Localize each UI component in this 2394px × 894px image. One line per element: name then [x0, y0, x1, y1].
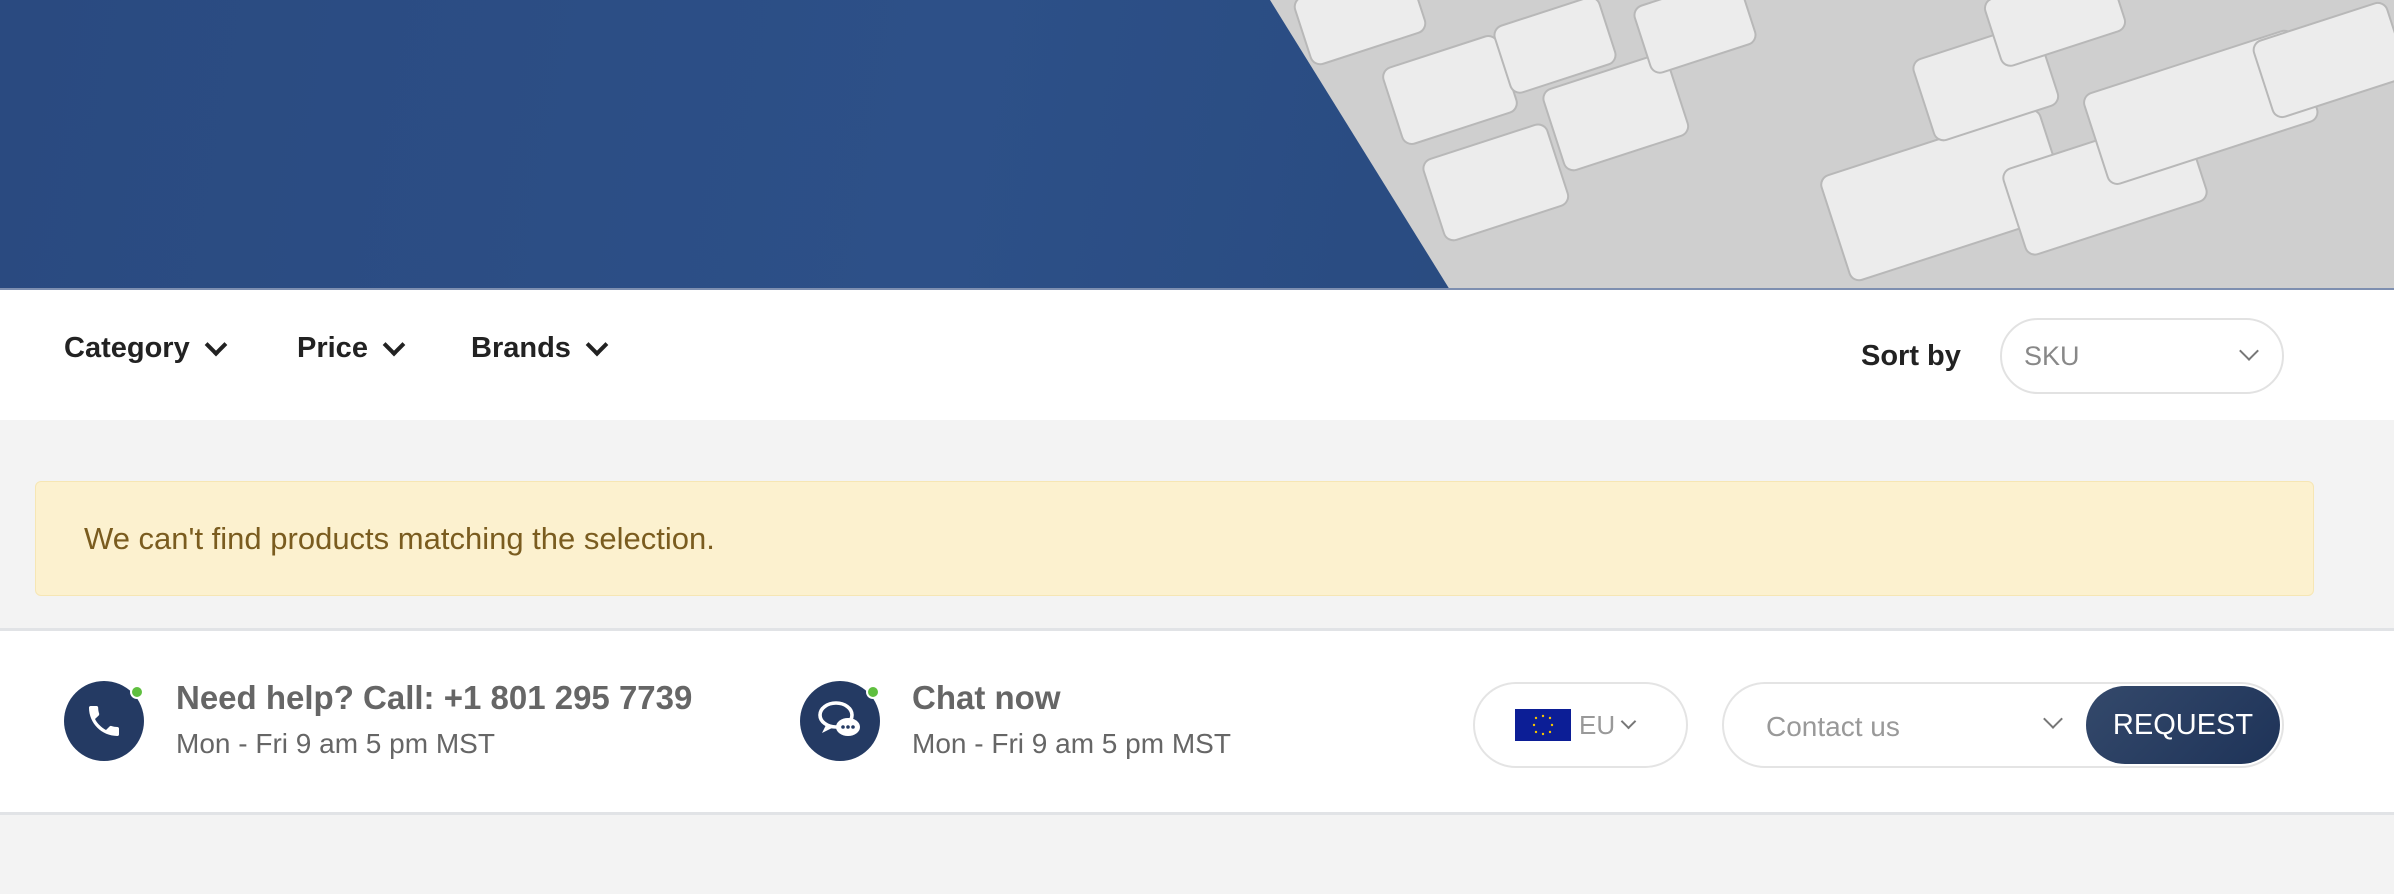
chevron-down-icon [382, 333, 406, 356]
request-button[interactable]: REQUEST [2086, 686, 2280, 764]
sort-select[interactable]: SKU [2000, 318, 2284, 394]
filter-label: Brands [471, 332, 571, 364]
chevron-down-icon [2043, 709, 2063, 729]
contact-value: Contact us [1766, 711, 1900, 742]
phone-title[interactable]: Need help? Call: +1 801 295 7739 [176, 679, 692, 717]
filter-brands[interactable]: Brands [471, 332, 609, 365]
hero-banner [0, 0, 2394, 290]
eu-flag-icon [1515, 709, 1571, 741]
chevron-down-icon [204, 333, 228, 356]
chevron-down-icon [2239, 341, 2259, 361]
chevron-down-icon [1620, 713, 1637, 729]
chat-icon[interactable] [800, 681, 880, 761]
region-label: EU [1579, 709, 1616, 740]
sort-value: SKU [2024, 340, 2080, 371]
filter-label: Category [64, 332, 190, 364]
contact-select[interactable]: Contact us REQUEST [1722, 682, 2284, 768]
filter-price[interactable]: Price [297, 332, 406, 365]
phone-icon[interactable] [64, 681, 144, 761]
chat-title[interactable]: Chat now [912, 679, 1060, 717]
filter-bar: Category Price Brands Sort by SKU [0, 290, 2394, 420]
region-selector[interactable]: EU [1473, 682, 1688, 768]
phone-hours: Mon - Fri 9 am 5 pm MST [176, 728, 495, 759]
sort-label: Sort by [1861, 340, 1961, 372]
chevron-down-icon [585, 333, 609, 356]
online-indicator [130, 685, 144, 699]
help-footer: Need help? Call: +1 801 295 7739 Mon - F… [0, 628, 2394, 815]
online-indicator [866, 685, 880, 699]
keyboard-image [1270, 0, 2394, 288]
alert-message: We can't find products matching the sele… [84, 520, 715, 556]
chat-hours: Mon - Fri 9 am 5 pm MST [912, 728, 1231, 759]
filter-category[interactable]: Category [64, 332, 228, 365]
no-products-alert: We can't find products matching the sele… [35, 481, 2314, 596]
filter-label: Price [297, 332, 368, 364]
